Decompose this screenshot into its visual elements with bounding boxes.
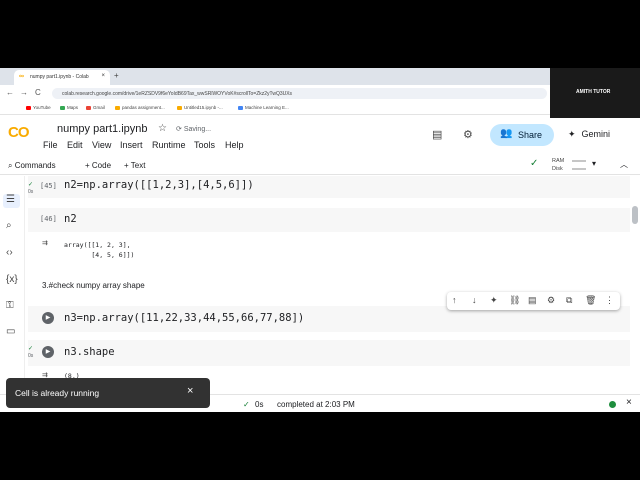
key-icon[interactable]: ⚿: [6, 300, 14, 311]
output-actions-icon[interactable]: ⇉: [42, 239, 48, 247]
settings-icon[interactable]: ⚙: [547, 295, 555, 306]
star-icon[interactable]: ☆: [158, 123, 167, 134]
move-down-icon[interactable]: ↓: [472, 295, 477, 305]
colab-logo[interactable]: CO: [8, 124, 29, 141]
runtime-status-dot[interactable]: [609, 401, 616, 408]
address-bar-row: ← → C colab.research.google.com/drive/1e…: [0, 85, 550, 102]
colab-icon: [177, 105, 182, 110]
saving-status: ⟳ Saving...: [176, 126, 212, 133]
scrollbar-thumb[interactable]: [632, 206, 638, 224]
cell-done-check-icon: ✓: [28, 182, 34, 188]
gemini-button[interactable]: ✦ Gemini: [568, 129, 610, 140]
comments-icon[interactable]: ▤: [432, 128, 442, 141]
cell-source[interactable]: n3.shape: [64, 346, 115, 358]
cell-done-check-icon: ✓: [28, 346, 34, 352]
url-text: colab.research.google.com/drive/1eRZSDV9…: [62, 91, 293, 97]
browser-window: ∞ numpy part1.ipynb - Colab × + AMITH TU…: [0, 68, 640, 412]
maps-icon: [60, 105, 65, 110]
sparkle-icon[interactable]: ✦: [490, 295, 498, 306]
tab-title: numpy part1.ipynb - Colab: [30, 74, 89, 80]
bookmark-pandas[interactable]: pandas assignment...: [115, 105, 165, 110]
tab-close-icon[interactable]: ×: [101, 73, 105, 79]
elapsed-time: 0s: [255, 400, 264, 409]
execution-count: [45]: [40, 182, 57, 190]
menu-help[interactable]: Help: [225, 140, 244, 150]
toc-icon[interactable]: ☰: [3, 194, 20, 208]
bookmark-ml[interactable]: Machine Learning E...: [238, 105, 289, 110]
bookmarks-bar: YouTube Maps Gmail pandas assignment... …: [0, 102, 550, 115]
variables-icon[interactable]: {x}: [6, 274, 18, 285]
mirror-cell-icon[interactable]: ⧉: [566, 295, 572, 306]
connected-check-icon: ✓: [530, 158, 539, 169]
code-cell[interactable]: [28, 208, 630, 232]
markdown-text[interactable]: 3.#check numpy array shape: [42, 281, 145, 290]
code-snippets-icon[interactable]: ‹›: [6, 247, 13, 258]
people-icon: 👥: [500, 128, 513, 139]
colab-icon: [115, 105, 120, 110]
comment-icon[interactable]: ▤: [528, 295, 537, 306]
back-arrow-icon[interactable]: ←: [6, 88, 14, 97]
snackbar-toast: Cell is already running ×: [6, 378, 210, 408]
toast-close-icon[interactable]: ×: [187, 385, 193, 397]
move-up-icon[interactable]: ↑: [452, 295, 457, 305]
bookmark-icon: [238, 105, 243, 110]
menu-tools[interactable]: Tools: [194, 140, 215, 150]
forward-arrow-icon[interactable]: →: [20, 88, 28, 97]
browser-tab[interactable]: ∞ numpy part1.ipynb - Colab ×: [14, 70, 110, 85]
search-icon[interactable]: ⌕: [6, 220, 12, 231]
menu-view[interactable]: View: [92, 140, 111, 150]
menu-runtime[interactable]: Runtime: [152, 140, 186, 150]
close-panel-icon[interactable]: ×: [626, 397, 632, 408]
link-icon[interactable]: ⛓: [509, 295, 520, 306]
gmail-icon: [86, 105, 91, 110]
execution-count: [46]: [40, 215, 57, 223]
bookmark-youtube[interactable]: YouTube: [26, 105, 51, 110]
cell-source[interactable]: n2: [64, 213, 77, 225]
reload-icon[interactable]: C: [35, 88, 41, 97]
add-code-button[interactable]: + Code: [85, 161, 111, 170]
delete-icon[interactable]: 🗑: [585, 295, 596, 306]
disk-meter: [572, 168, 586, 170]
chevron-down-icon[interactable]: ▾: [592, 159, 596, 168]
code-cell[interactable]: [28, 340, 630, 366]
cell-source[interactable]: n3=np.array([11,22,33,44,55,66,77,88]): [64, 312, 304, 324]
menu-edit[interactable]: Edit: [67, 140, 83, 150]
bookmark-maps[interactable]: Maps: [60, 105, 78, 110]
run-cell-button[interactable]: ▶: [42, 312, 54, 324]
share-button[interactable]: 👥 Share: [490, 124, 554, 146]
menu-file[interactable]: File: [43, 140, 58, 150]
toast-message: Cell is already running: [15, 388, 100, 398]
sparkle-icon: ✦: [568, 129, 576, 139]
completed-time: completed at 2:03 PM: [277, 400, 355, 409]
chevron-up-icon[interactable]: ︿: [620, 159, 628, 170]
tab-strip: ∞ numpy part1.ipynb - Colab × +: [0, 68, 550, 85]
cell-toolbar: ↑ ↓ ✦ ⛓ ▤ ⚙ ⧉ 🗑 ⋮: [447, 292, 620, 310]
cell-output: array([[1, 2, 3], [4, 5, 6]]): [64, 241, 135, 259]
cell-runtime: 0s: [28, 189, 34, 195]
youtube-icon: [26, 105, 31, 110]
notebook-toolbar: ⌕ Commands + Code + Text ✓ RAM Disk ▾ ︿: [0, 156, 640, 175]
more-options-icon[interactable]: ⋮: [605, 295, 614, 306]
new-tab-button[interactable]: +: [114, 71, 119, 80]
notebook-title[interactable]: numpy part1.ipynb: [57, 123, 148, 135]
resource-indicator[interactable]: RAM Disk: [552, 157, 564, 173]
user-name: AMITH TUTOR: [576, 89, 611, 95]
ram-meter: [572, 160, 586, 162]
cell-source[interactable]: n2=np.array([[1,2,3],[4,5,6]]): [64, 179, 254, 191]
share-label: Share: [518, 130, 543, 140]
bookmark-untitled[interactable]: Untitled15.ipynb -...: [177, 105, 223, 110]
cell-runtime: 0s: [28, 353, 34, 359]
user-overlay: AMITH TUTOR: [550, 68, 640, 118]
commands-button[interactable]: ⌕ Commands: [8, 161, 56, 171]
add-text-button[interactable]: + Text: [124, 161, 145, 170]
run-cell-button[interactable]: ▶: [42, 346, 54, 358]
colab-favicon-icon: ∞: [19, 73, 24, 80]
gear-icon[interactable]: ⚙: [463, 128, 473, 141]
status-check-icon: ✓: [243, 400, 250, 409]
bookmark-gmail[interactable]: Gmail: [86, 105, 105, 110]
folder-icon[interactable]: ▭: [6, 326, 15, 337]
left-sidebar: ☰ ⌕ ‹› {x} ⚿ ▭: [0, 176, 25, 401]
menu-insert[interactable]: Insert: [120, 140, 143, 150]
url-field[interactable]: colab.research.google.com/drive/1eRZSDV9…: [52, 88, 547, 99]
